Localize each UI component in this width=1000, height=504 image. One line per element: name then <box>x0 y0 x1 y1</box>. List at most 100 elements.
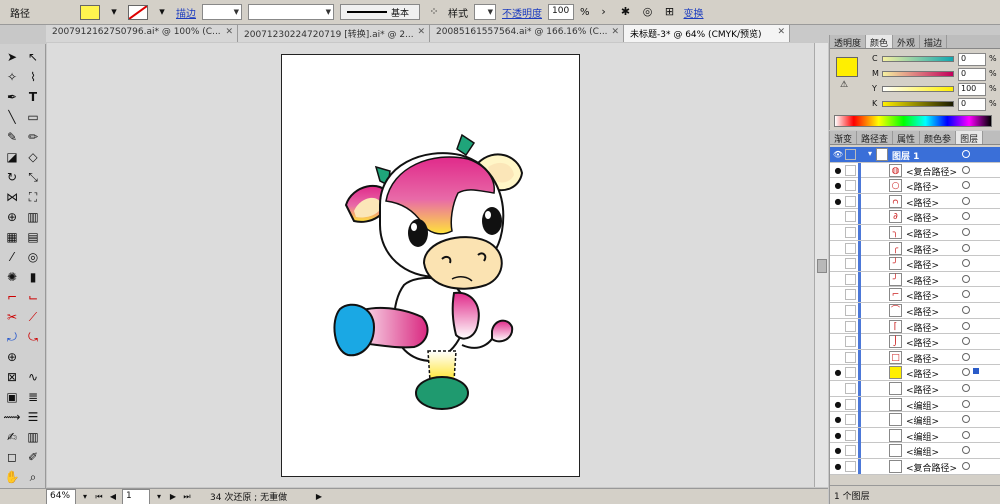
zoom-tool-icon[interactable]: ⌕ <box>23 468 43 486</box>
wave-tool-icon[interactable]: ∿ <box>23 368 43 386</box>
chevron-down-icon[interactable]: ▾ <box>80 489 90 504</box>
color-channel-m[interactable]: M 0 % <box>872 68 997 82</box>
target-icon[interactable] <box>962 384 970 392</box>
globe-icon[interactable]: ◎ <box>640 4 656 20</box>
artboard-tool-icon[interactable]: ⌐ <box>2 288 22 306</box>
symbol-sprayer-tool-icon[interactable]: ✺ <box>2 268 22 286</box>
eye-icon[interactable]: ● <box>832 430 844 441</box>
target-icon[interactable] <box>962 321 970 330</box>
brush-settings-icon[interactable]: ✱ <box>618 4 634 20</box>
lock-toggle[interactable] <box>845 195 856 207</box>
zoom-input[interactable]: 64% <box>46 488 76 504</box>
tab-color-guide[interactable]: 颜色参 <box>920 131 957 145</box>
layer-name[interactable]: <路径> <box>906 243 939 256</box>
pen-tool-icon[interactable]: ✒ <box>2 88 22 106</box>
chevron-down-icon[interactable]: ▾ <box>154 489 164 504</box>
lock-toggle[interactable] <box>845 383 856 394</box>
channel-value-input[interactable]: 0 <box>958 53 986 66</box>
layer-row[interactable]: ● <复合路径> <box>830 459 1000 475</box>
lock-toggle[interactable] <box>845 398 856 410</box>
eye-icon[interactable] <box>832 243 844 254</box>
layer-row[interactable]: ∂ <路径> <box>830 209 1000 225</box>
close-icon[interactable]: ✕ <box>777 27 785 37</box>
mesh-tool-icon[interactable]: ⊠ <box>2 368 22 386</box>
hand-pen-tool-icon[interactable]: ✍ <box>2 428 22 446</box>
target-icon[interactable] <box>962 399 970 408</box>
scissors-tool-icon[interactable]: ✂ <box>2 308 22 326</box>
target-icon[interactable] <box>962 290 970 299</box>
eye-icon[interactable] <box>832 352 844 363</box>
canvas-area[interactable] <box>47 43 814 487</box>
eye-icon[interactable]: ● <box>832 399 844 410</box>
lasso-tool-icon[interactable]: ⌇ <box>23 68 43 86</box>
target-icon[interactable] <box>962 415 970 424</box>
channel-slider[interactable] <box>882 56 954 62</box>
target-icon[interactable] <box>962 274 970 283</box>
fill-swatch[interactable] <box>80 4 100 20</box>
expand-icon[interactable]: ▾ <box>868 149 872 158</box>
lock-toggle[interactable] <box>845 227 856 238</box>
tab-transparency[interactable]: 透明度 <box>830 35 867 49</box>
perspective-grid-tool-icon[interactable]: ▦ <box>2 228 22 246</box>
layer-name[interactable]: <路径> <box>906 352 939 365</box>
cow-illustration[interactable] <box>282 55 581 478</box>
eye-icon[interactable] <box>832 227 844 238</box>
lock-toggle[interactable] <box>845 242 856 254</box>
target-icon[interactable] <box>962 259 970 268</box>
layer-row[interactable]: <路径> <box>830 381 1000 397</box>
layer-name[interactable]: <路径> <box>906 227 939 240</box>
eye-icon[interactable]: ● <box>832 165 844 176</box>
eye-icon[interactable]: ● <box>832 414 844 425</box>
eye-icon[interactable] <box>832 305 844 316</box>
target-icon[interactable] <box>962 212 970 221</box>
channel-slider[interactable] <box>882 71 954 77</box>
channel-value-input[interactable]: 0 <box>958 68 986 81</box>
eye-icon[interactable]: ● <box>832 461 844 472</box>
eye-icon[interactable] <box>832 258 844 269</box>
eye-icon[interactable]: ● <box>832 367 844 378</box>
graph-tool-icon[interactable]: ▣ <box>2 388 22 406</box>
paintbrush-tool-icon[interactable]: ✎ <box>2 128 22 146</box>
target-icon[interactable] <box>962 446 970 455</box>
layer-row-header[interactable]: 👁 ▾ 图层 1 <box>830 147 1000 163</box>
tab-layers[interactable]: 图层 <box>956 131 984 145</box>
selection-indicator[interactable] <box>973 368 979 375</box>
channel-value-input[interactable]: 0 <box>958 98 986 111</box>
color-channel-y[interactable]: Y 100 % <box>872 83 997 97</box>
lock-toggle[interactable] <box>845 429 856 441</box>
layer-row[interactable]: ● <编组> <box>830 396 1000 413</box>
scrollbar-thumb[interactable] <box>817 259 827 273</box>
lock-toggle[interactable] <box>845 367 856 379</box>
layer-row[interactable]: □ <路径> <box>830 349 1000 366</box>
layer-row[interactable]: ● ᴒ <路径> <box>830 193 1000 210</box>
crop-tool-icon[interactable]: ◻ <box>2 448 22 466</box>
hand-tool-icon[interactable]: ✋ <box>2 468 22 486</box>
lock-toggle[interactable] <box>845 445 856 457</box>
lock-toggle[interactable] <box>845 180 856 192</box>
channel-slider[interactable] <box>882 86 954 92</box>
layer-name[interactable]: <路径> <box>906 289 939 302</box>
current-color-swatch[interactable] <box>836 57 858 77</box>
target-icon[interactable] <box>962 337 970 346</box>
lock-toggle[interactable] <box>845 164 856 176</box>
column-graph-tool-icon[interactable]: ▮ <box>23 268 43 286</box>
artboard[interactable] <box>281 54 580 477</box>
channel-value-input[interactable]: 100 <box>958 83 986 96</box>
layer-row[interactable]: ⌈ <路径> <box>830 318 1000 335</box>
line-tool-icon[interactable]: ╲ <box>2 108 22 126</box>
vertical-scrollbar[interactable] <box>814 43 828 487</box>
eye-icon[interactable]: 👁 <box>832 149 844 160</box>
target-icon[interactable] <box>962 368 970 377</box>
tab-pathfinder[interactable]: 路径查 <box>857 131 894 145</box>
layer-name[interactable]: <路径> <box>906 211 939 224</box>
pencil-alt-tool-icon[interactable]: ✐ <box>23 448 43 466</box>
opacity-input[interactable]: 100 <box>548 4 574 20</box>
close-icon[interactable]: ✕ <box>225 27 233 37</box>
eye-icon[interactable]: ● <box>832 196 844 207</box>
recolor-icon[interactable]: ⁘ <box>426 4 442 20</box>
rectangle-tool-icon[interactable]: ▭ <box>23 108 43 126</box>
lock-toggle[interactable] <box>845 149 856 160</box>
layer-row[interactable]: ╮ <路径> <box>830 225 1000 241</box>
target-icon[interactable] <box>962 430 970 439</box>
layer-name[interactable]: 图层 1 <box>892 149 919 162</box>
